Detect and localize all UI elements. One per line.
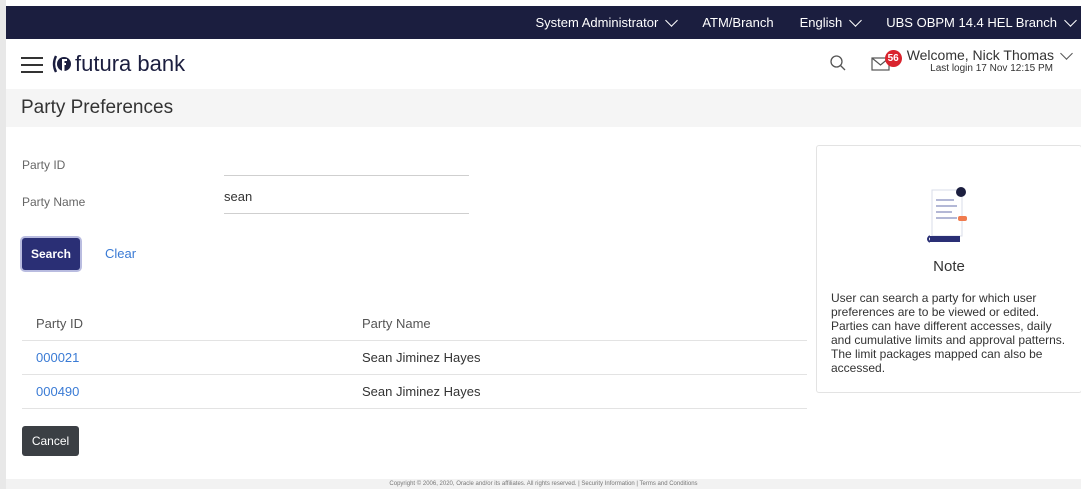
party-name-label: Party Name [22,195,86,209]
party-id-input[interactable] [224,151,469,176]
footer-text: Copyright © 2006, 2020, Oracle and/or it… [6,479,1081,489]
table-row: 000490 Sean Jiminez Hayes [22,375,807,409]
note-title: Note [933,258,965,275]
last-login-text: Last login 17 Nov 12:15 PM [930,63,1053,74]
brand-name: futura bank [75,51,186,76]
table-header-row: Party ID Party Name [22,307,807,341]
role-label: System Administrator [535,15,659,30]
main-content: Party ID Party Name sean Search Clear Pa… [6,127,1081,479]
column-header-party-id: Party ID [36,316,83,331]
table-row: 000021 Sean Jiminez Hayes [22,341,807,375]
user-menu[interactable]: Welcome, Nick Thomas Last login 17 Nov 1… [906,46,1073,74]
chevron-down-icon [1060,46,1073,60]
atm-branch-link[interactable]: ATM/Branch [702,15,773,30]
hamburger-menu-icon[interactable] [21,57,43,73]
branch-label: UBS OBPM 14.4 HEL Branch [886,15,1057,30]
party-id-link[interactable]: 000021 [36,350,79,365]
futura-logo-icon [52,55,71,73]
party-id-label: Party ID [22,158,66,172]
brand-logo[interactable]: futura bank [50,51,185,77]
welcome-text: Welcome, Nick Thomas [906,47,1054,63]
column-header-party-name: Party Name [362,316,431,331]
page-title: Party Preferences [21,97,174,118]
top-bar: System Administrator ATM/Branch English … [6,6,1081,39]
branch-dropdown[interactable]: UBS OBPM 14.4 HEL Branch [886,13,1077,30]
atm-branch-label: ATM/Branch [702,15,774,30]
chevron-down-icon [665,13,679,27]
page-header: Party Preferences [6,89,1081,127]
results-table: Party ID Party Name 000021 Sean Jiminez … [22,307,807,409]
search-icon[interactable] [829,54,847,72]
notifications-button[interactable]: 56 [871,50,902,72]
note-text: User can search a party for which user p… [831,291,1066,375]
note-panel: Note User can search a party for which u… [816,145,1081,393]
party-name-cell: Sean Jiminez Hayes [362,384,481,399]
party-id-link[interactable]: 000490 [36,384,79,399]
notification-badge: 56 [884,50,902,67]
role-dropdown[interactable]: System Administrator [535,13,679,30]
app-header: futura bank 56 Welcome, Nick Thomas Last… [6,39,1081,89]
language-label: English [799,15,843,30]
search-button[interactable]: Search [22,238,80,270]
chevron-down-icon [1064,13,1077,27]
cancel-button[interactable]: Cancel [22,426,79,456]
language-dropdown[interactable]: English [799,13,863,30]
party-name-input[interactable]: sean [224,189,469,214]
note-document-icon [927,187,967,243]
party-name-cell: Sean Jiminez Hayes [362,350,481,365]
clear-link[interactable]: Clear [105,246,136,261]
chevron-down-icon [849,13,863,27]
